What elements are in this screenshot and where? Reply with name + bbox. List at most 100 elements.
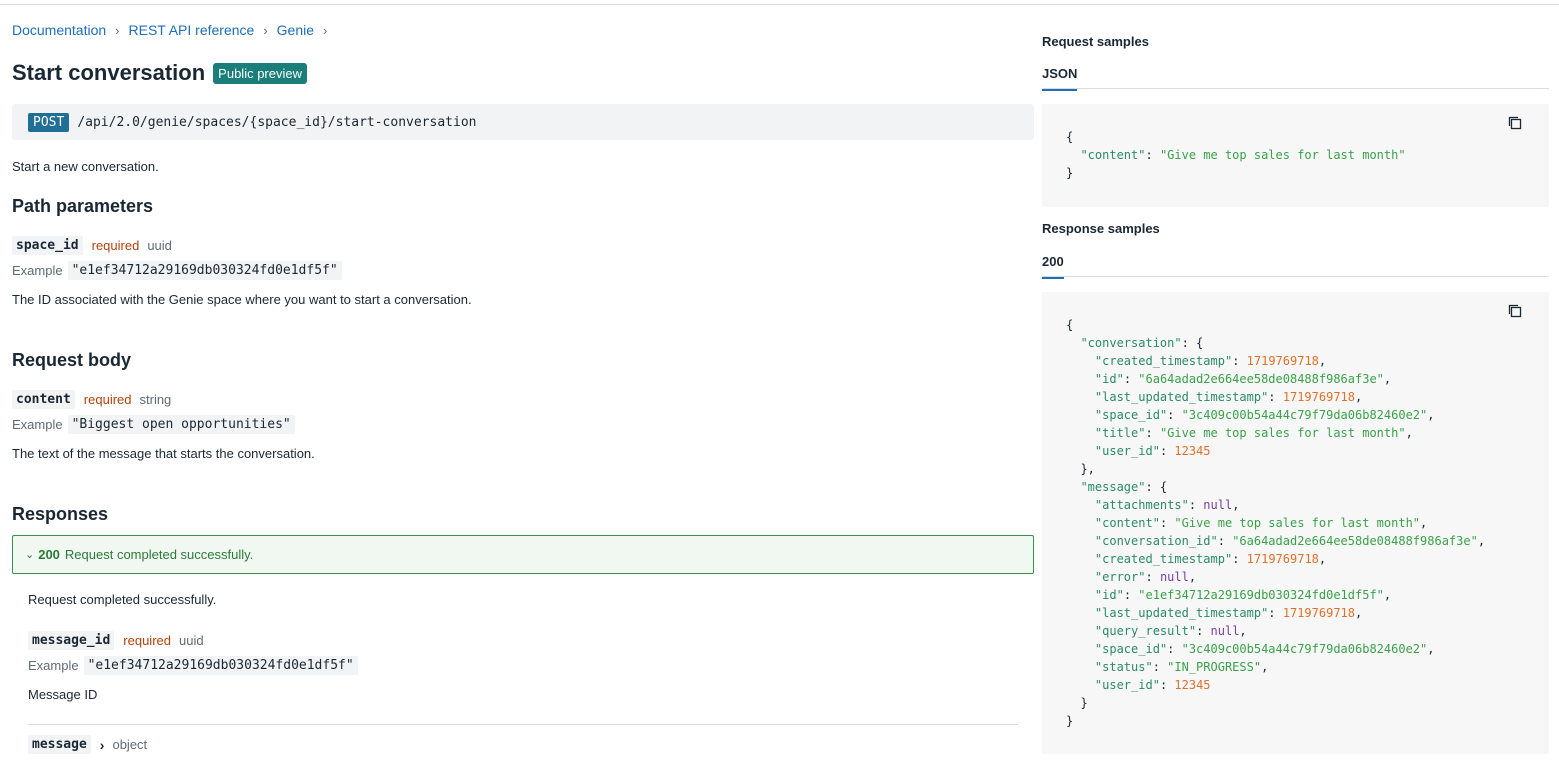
code-line: "last_updated_timestamp": 1719769718, — [1066, 604, 1485, 622]
response-samples-heading: Response samples — [1042, 221, 1160, 236]
responses-heading: Responses — [12, 504, 109, 524]
json-string: "Give me top sales for last month" — [1174, 516, 1421, 530]
json-punct: : — [1167, 408, 1182, 422]
example-value: "e1ef34712a29169db030324fd0e1df5f" — [67, 261, 342, 280]
param-name: content — [12, 390, 75, 409]
status-badge: Public preview — [213, 62, 307, 84]
response-code-lines: { "conversation": { "created_timestamp":… — [1066, 316, 1485, 730]
json-punct: : — [1196, 624, 1211, 638]
param-type: object — [112, 737, 148, 752]
top-divider — [0, 4, 1559, 5]
breadcrumb-genie[interactable]: Genie — [277, 22, 314, 38]
endpoint-bar: POST /api/2.0/genie/spaces/{space_id}/st… — [12, 104, 1034, 140]
param-example: Example "e1ef34712a29169db030324fd0e1df5… — [28, 656, 358, 675]
example-value: "e1ef34712a29169db030324fd0e1df5f" — [83, 656, 358, 675]
param-name: message_id — [28, 631, 115, 650]
param-type: uuid — [147, 238, 172, 253]
json-punct: : — [1159, 678, 1175, 692]
param-message[interactable]: message › object — [28, 735, 147, 754]
json-punct — [1066, 678, 1095, 692]
tab-underline — [1042, 276, 1549, 277]
param-required: required — [91, 238, 140, 253]
json-key: "message" — [1080, 480, 1146, 494]
json-number: 12345 — [1174, 678, 1211, 692]
json-punct: , — [1232, 498, 1240, 512]
breadcrumb-rest-api-reference[interactable]: REST API reference — [129, 22, 255, 38]
copy-icon[interactable] — [1507, 115, 1523, 131]
json-punct: , — [1261, 660, 1269, 674]
code-line: "space_id": "3c409c00b54a44c79f79da06b82… — [1066, 640, 1485, 658]
divider — [28, 724, 1018, 725]
json-punct — [1066, 336, 1080, 350]
example-value: "Biggest open opportunities" — [67, 415, 295, 434]
code-line: "space_id": "3c409c00b54a44c79f79da06b82… — [1066, 406, 1485, 424]
json-punct — [1066, 354, 1095, 368]
param-type: string — [139, 392, 172, 407]
json-string: "IN_PROGRESS" — [1167, 660, 1262, 674]
json-punct: : — [1152, 660, 1168, 674]
code-line: "conversation": { — [1066, 334, 1485, 352]
code-line: }, — [1066, 460, 1485, 478]
json-punct: : — [1232, 354, 1247, 368]
example-label: Example — [28, 658, 79, 673]
json-punct — [1066, 498, 1095, 512]
json-punct — [1066, 148, 1080, 162]
json-punct — [1066, 606, 1095, 620]
json-number: 1719769718 — [1282, 390, 1355, 404]
json-null: null — [1210, 624, 1240, 638]
param-required: required — [83, 392, 132, 407]
code-line: } — [1066, 164, 1406, 182]
param-type: uuid — [178, 633, 204, 648]
endpoint-description: Start a new conversation. — [12, 159, 159, 174]
json-punct — [1066, 624, 1095, 638]
param-required: required — [123, 633, 171, 648]
json-key: "space_id" — [1094, 642, 1168, 656]
json-punct — [1066, 408, 1095, 422]
json-punct — [1066, 480, 1080, 494]
json-punct: }, — [1066, 462, 1095, 476]
breadcrumb-separator-icon: › — [323, 22, 328, 38]
breadcrumb-separator-icon: › — [263, 22, 268, 38]
param-example: Example "e1ef34712a29169db030324fd0e1df5… — [12, 261, 342, 280]
json-string: "6a64adad2e664ee58de08488f986af3e" — [1138, 372, 1384, 386]
json-punct: : — [1268, 390, 1283, 404]
code-line: "title": "Give me top sales for last mon… — [1066, 424, 1485, 442]
breadcrumb: Documentation › REST API reference › Gen… — [12, 22, 336, 38]
json-key: "created_timestamp" — [1094, 552, 1233, 566]
json-punct: , — [1188, 570, 1197, 584]
json-key: "content" — [1094, 516, 1160, 530]
response-code: 200 — [38, 547, 60, 562]
json-punct — [1066, 552, 1095, 566]
json-key: "created_timestamp" — [1094, 354, 1233, 368]
json-punct: : — [1123, 588, 1139, 602]
json-punct: : { — [1145, 480, 1168, 494]
code-line: "created_timestamp": 1719769718, — [1066, 352, 1485, 370]
code-line: "attachments": null, — [1066, 496, 1485, 514]
json-punct: , — [1318, 354, 1327, 368]
json-punct: , — [1427, 642, 1435, 656]
title-row: Start conversation Public preview — [12, 60, 307, 86]
tab-underline — [1042, 88, 1549, 89]
code-line: } — [1066, 712, 1485, 730]
json-punct: } — [1066, 696, 1088, 710]
json-punct: : { — [1181, 336, 1204, 350]
chevron-right-icon[interactable]: › — [100, 737, 105, 753]
code-line: { — [1066, 128, 1406, 146]
response-200-toggle[interactable]: ⌄ 200 Request completed successfully. — [12, 535, 1034, 574]
breadcrumb-documentation[interactable]: Documentation — [12, 22, 106, 38]
code-line: "id": "e1ef34712a29169db030324fd0e1df5f"… — [1066, 586, 1485, 604]
json-punct: { — [1066, 318, 1074, 332]
json-key: "last_updated_timestamp" — [1094, 390, 1269, 404]
json-number: 1719769718 — [1282, 606, 1355, 620]
copy-icon[interactable] — [1507, 303, 1523, 319]
request-code-lines: { "content": "Give me top sales for last… — [1066, 128, 1406, 182]
json-punct: } — [1066, 166, 1074, 180]
code-line: "created_timestamp": 1719769718, — [1066, 550, 1485, 568]
json-key: "content" — [1080, 148, 1146, 162]
json-number: 12345 — [1174, 444, 1211, 458]
code-line: "conversation_id": "6a64adad2e664ee58de0… — [1066, 532, 1485, 550]
param-message-id: message_id required uuid — [28, 631, 204, 650]
code-line: "id": "6a64adad2e664ee58de08488f986af3e"… — [1066, 370, 1485, 388]
json-punct: : — [1159, 444, 1175, 458]
code-line: "last_updated_timestamp": 1719769718, — [1066, 388, 1485, 406]
